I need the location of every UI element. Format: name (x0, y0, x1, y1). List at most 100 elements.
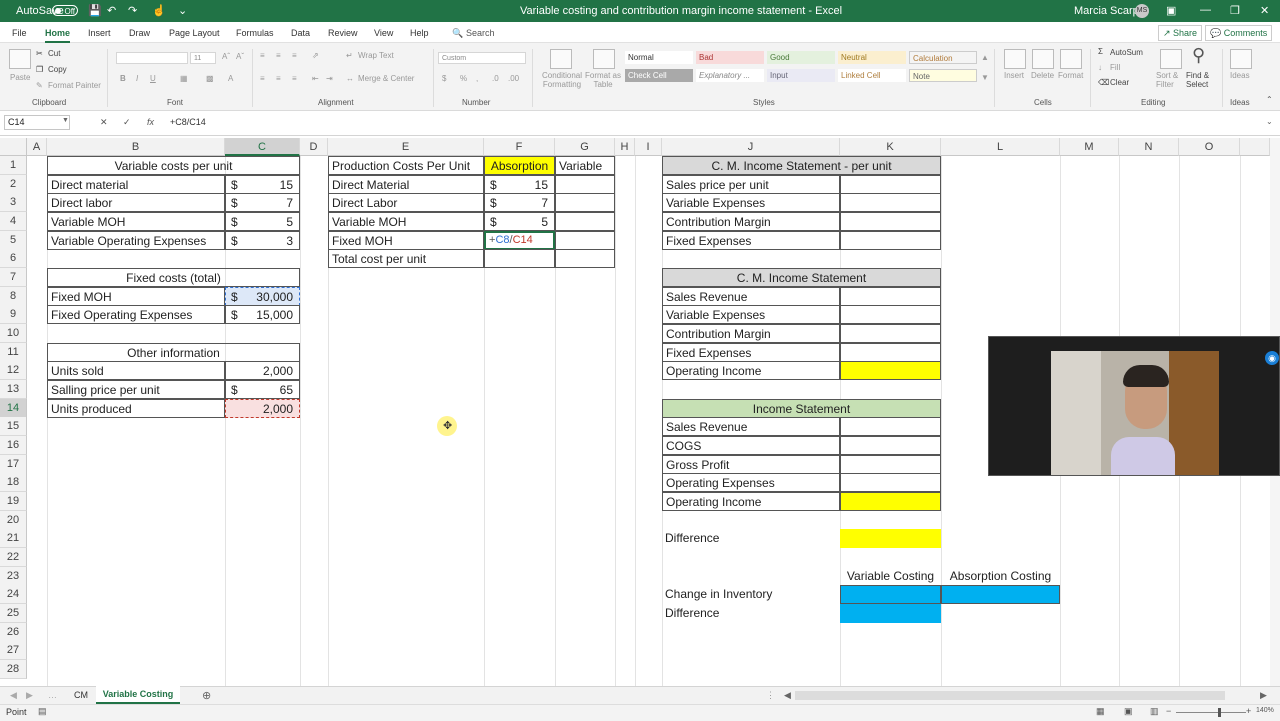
tab-home[interactable]: Home (45, 28, 71, 43)
row-header[interactable]: 5 (0, 231, 27, 250)
font-color-icon[interactable]: A (228, 74, 233, 83)
align-right-icon[interactable]: ≡ (292, 74, 297, 83)
increase-indent-icon[interactable]: ⇥ (326, 74, 333, 83)
column-header[interactable]: I (635, 138, 662, 156)
cell-K19[interactable] (840, 492, 941, 511)
paste-icon[interactable] (9, 49, 31, 69)
copy-icon[interactable]: ❐ (36, 65, 43, 74)
cut-icon[interactable]: ✂ (36, 49, 43, 58)
recorder-icon[interactable]: ◉ (1265, 351, 1279, 365)
column-header[interactable]: L (941, 138, 1060, 156)
row-header[interactable]: 26 (0, 623, 27, 642)
autosum-button[interactable]: AutoSum (1110, 48, 1143, 57)
format-as-table-button[interactable]: Format as Table (585, 71, 621, 89)
conditional-formatting-icon[interactable] (550, 49, 572, 69)
cell-J16[interactable]: COGS (662, 436, 840, 455)
row-header[interactable]: 22 (0, 548, 27, 567)
cell-J2[interactable]: Sales price per unit (662, 175, 840, 194)
tab-help[interactable]: Help (410, 28, 429, 38)
save-icon[interactable]: 💾 (88, 4, 102, 17)
column-header[interactable]: C (225, 138, 300, 156)
wrap-text-icon[interactable]: ↵ (346, 51, 353, 60)
cell-K9[interactable] (840, 305, 941, 324)
cell-E6[interactable]: Total cost per unit (328, 249, 484, 268)
cell-B13[interactable]: Salling price per unit (47, 380, 225, 399)
cell-G4[interactable] (555, 212, 615, 231)
cell-K3[interactable] (840, 193, 941, 212)
cell-E5[interactable]: Fixed MOH (328, 231, 484, 250)
cell-F3[interactable]: $7 (484, 193, 555, 212)
number-format-dropdown[interactable]: Custom (438, 52, 526, 64)
cell-K25[interactable] (840, 604, 941, 623)
add-sheet-icon[interactable]: ⊕ (202, 689, 211, 702)
cell-B2[interactable]: Direct material (47, 175, 225, 194)
conditional-formatting-button[interactable]: Conditional Formatting (538, 71, 586, 89)
column-header[interactable]: B (47, 138, 225, 156)
style-linked-cell[interactable]: Linked Cell (838, 69, 906, 82)
borders-icon[interactable]: ▦ (180, 74, 188, 83)
italic-icon[interactable]: I (136, 74, 138, 83)
merge-center-icon[interactable]: ↔ (346, 74, 354, 83)
tab-draw[interactable]: Draw (129, 28, 150, 38)
align-bottom-icon[interactable]: ≡ (292, 51, 297, 60)
cell-J14[interactable]: Income Statement (662, 399, 941, 418)
restore-icon[interactable]: ❐ (1230, 4, 1240, 17)
fill-button[interactable]: Fill (1110, 63, 1120, 72)
style-explanatory[interactable]: Explanatory ... (696, 69, 764, 82)
cell-K18[interactable] (840, 473, 941, 492)
column-header[interactable]: D (300, 138, 328, 156)
redo-icon[interactable]: ↷ (128, 4, 137, 17)
row-header[interactable]: 14 (0, 399, 27, 418)
zoom-level[interactable]: 140% (1256, 707, 1274, 714)
cell-F5-editing[interactable]: +C8/C14 (484, 231, 555, 250)
cell-J19[interactable]: Operating Income (662, 492, 840, 511)
cell-K17[interactable] (840, 455, 941, 474)
clear-button[interactable]: Clear (1110, 78, 1129, 87)
row-header[interactable]: 19 (0, 492, 27, 511)
avatar[interactable]: MS (1135, 4, 1149, 18)
column-header[interactable]: G (555, 138, 615, 156)
font-size-box[interactable]: 11 (190, 52, 216, 64)
cell-J7[interactable]: C. M. Income Statement (662, 268, 941, 287)
merge-center-button[interactable]: Merge & Center (358, 74, 414, 83)
row-header[interactable]: 16 (0, 436, 27, 455)
cell-E1[interactable]: Production Costs Per Unit (328, 156, 484, 175)
column-header[interactable] (1240, 138, 1270, 156)
style-neutral[interactable]: Neutral (838, 51, 906, 64)
cell-C8[interactable]: $30,000 (225, 287, 300, 306)
cell-J11[interactable]: Fixed Expenses (662, 343, 840, 362)
align-center-icon[interactable]: ≡ (276, 74, 281, 83)
row-header[interactable]: 23 (0, 567, 27, 586)
sort-filter-icon[interactable] (1160, 49, 1182, 69)
style-check-cell[interactable]: Check Cell (625, 69, 693, 82)
fill-color-icon[interactable]: ▩ (206, 74, 214, 83)
wrap-text-button[interactable]: Wrap Text (358, 51, 394, 60)
row-header[interactable]: 3 (0, 193, 27, 212)
cell-K5[interactable] (840, 231, 941, 250)
row-header[interactable]: 13 (0, 380, 27, 399)
cell-C2[interactable]: $15 (225, 175, 300, 194)
cell-B7[interactable]: Fixed costs (total) (47, 268, 300, 287)
cell-F4[interactable]: $5 (484, 212, 555, 231)
cell-C3[interactable]: $7 (225, 193, 300, 212)
cell-J15[interactable]: Sales Revenue (662, 417, 840, 436)
column-header[interactable]: H (615, 138, 635, 156)
row-header[interactable]: 6 (0, 249, 27, 268)
cell-G5[interactable] (555, 231, 615, 250)
cell-G6[interactable] (555, 249, 615, 268)
cell-G3[interactable] (555, 193, 615, 212)
cell-K23[interactable]: Variable Costing (840, 567, 941, 586)
sheet-tab-cm[interactable]: CM (66, 687, 97, 704)
decrease-indent-icon[interactable]: ⇤ (312, 74, 319, 83)
row-header[interactable]: 12 (0, 361, 27, 380)
increase-decimal-icon[interactable]: .0 (492, 74, 499, 83)
name-box-dropdown-icon[interactable]: ▼ (62, 117, 69, 124)
touch-mode-icon[interactable]: ☝ (152, 4, 166, 17)
cell-J25[interactable]: Difference (662, 604, 840, 623)
cell-B1[interactable]: Variable costs per unit (47, 156, 300, 175)
column-header[interactable]: E (328, 138, 484, 156)
cell-J10[interactable]: Contribution Margin (662, 324, 840, 343)
bold-icon[interactable]: B (120, 74, 126, 83)
cell-K4[interactable] (840, 212, 941, 231)
cell-J5[interactable]: Fixed Expenses (662, 231, 840, 250)
